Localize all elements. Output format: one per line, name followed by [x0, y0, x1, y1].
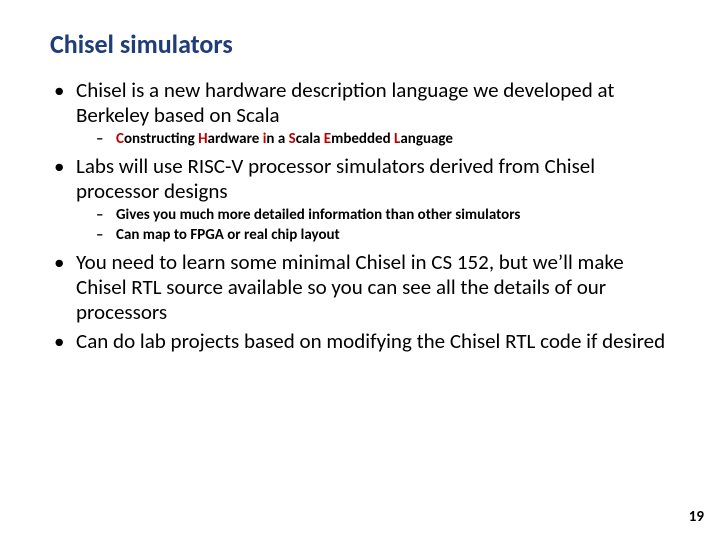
bullet-text: Labs will use RISC-V processor simulator…	[76, 153, 595, 204]
acronym-rest: mbedded	[331, 130, 394, 148]
page-number: 19	[689, 508, 704, 526]
acronym-rest: anguage	[400, 130, 453, 148]
slide-title: Chisel simulators	[50, 28, 670, 60]
acronym-rest: onstructing	[124, 130, 198, 148]
slide: Chisel simulators Chisel is a new hardwa…	[0, 0, 720, 540]
bullet-item: You need to learn some minimal Chisel in…	[50, 250, 670, 324]
sub-bullet-item: Gives you much more detailed information…	[76, 206, 670, 225]
acronym-letter: H	[198, 130, 207, 148]
acronym-letter: S	[289, 130, 296, 148]
sub-bullet-list: Constructing Hardware in a Scala Embedde…	[76, 130, 670, 149]
acronym-rest: ardware	[208, 130, 263, 148]
sub-bullet-item: Can map to FPGA or real chip layout	[76, 226, 670, 245]
bullet-text: Can do lab projects based on modifying t…	[76, 328, 665, 354]
bullet-list: Chisel is a new hardware description lan…	[50, 78, 670, 353]
acronym-rest: cala	[296, 130, 324, 148]
sub-bullet-list: Gives you much more detailed information…	[76, 206, 670, 245]
bullet-item: Can do lab projects based on modifying t…	[50, 329, 670, 354]
bullet-text: Chisel is a new hardware description lan…	[76, 77, 614, 128]
bullet-text: You need to learn some minimal Chisel in…	[76, 249, 624, 325]
bullet-item: Chisel is a new hardware description lan…	[50, 78, 670, 148]
bullet-item: Labs will use RISC-V processor simulator…	[50, 154, 670, 244]
sub-bullet-item: Constructing Hardware in a Scala Embedde…	[76, 130, 670, 149]
acronym-rest: n a	[266, 130, 288, 148]
acronym-letter: C	[116, 130, 124, 148]
